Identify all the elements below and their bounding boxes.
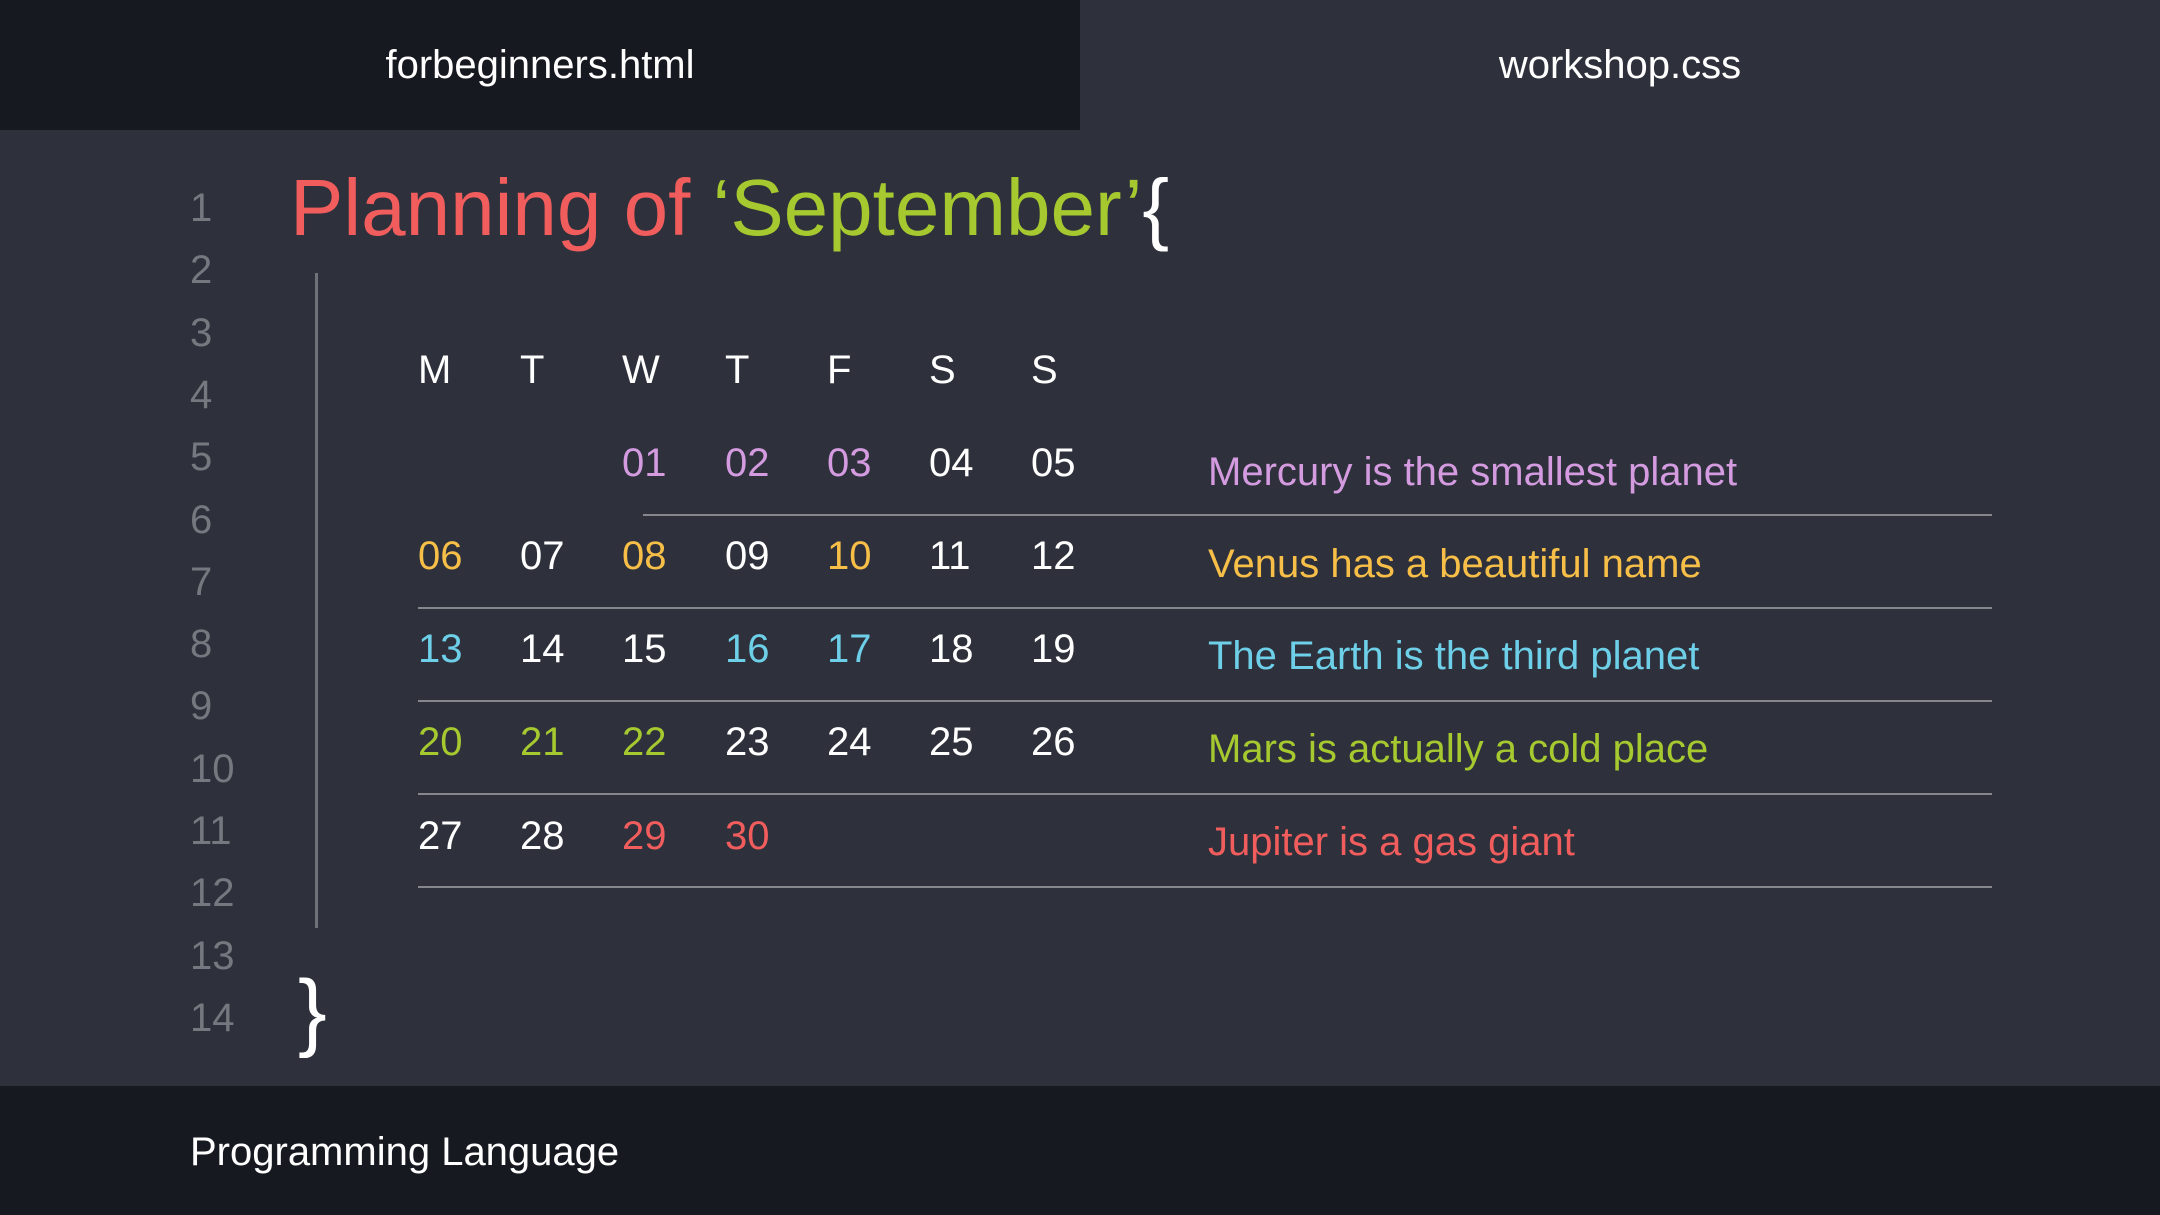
calendar-day[interactable]: 09 — [725, 536, 770, 576]
row-divider — [418, 793, 1992, 795]
calendar-day[interactable]: 02 — [725, 443, 770, 483]
tab-workshop-css[interactable]: workshop.css — [1080, 0, 2160, 130]
row-divider — [418, 886, 1992, 888]
weekday-label: M — [418, 348, 452, 392]
calendar-day[interactable]: 10 — [827, 536, 872, 576]
calendar-day[interactable]: 29 — [622, 816, 667, 856]
line-number: 9 — [190, 684, 213, 728]
weekday-label: T — [520, 348, 545, 392]
weekday-label: T — [725, 348, 750, 392]
row-divider — [418, 700, 1992, 702]
line-number: 13 — [190, 934, 235, 978]
line-number: 11 — [190, 809, 232, 853]
calendar-day[interactable]: 13 — [418, 629, 463, 669]
page-title: Planning of ‘September’{ — [290, 168, 1169, 248]
calendar-day[interactable]: 20 — [418, 722, 463, 762]
row-divider — [643, 514, 1992, 516]
calendar-day[interactable]: 06 — [418, 536, 463, 576]
calendar-day[interactable]: 17 — [827, 629, 872, 669]
event-note: The Earth is the third planet — [1208, 634, 1700, 678]
calendar-day[interactable]: 15 — [622, 629, 667, 669]
indent-guide — [315, 273, 318, 928]
calendar-day[interactable]: 18 — [929, 629, 974, 669]
calendar-day[interactable]: 03 — [827, 443, 872, 483]
calendar-day[interactable]: 27 — [418, 816, 463, 856]
line-number: 2 — [190, 248, 213, 292]
row-divider — [418, 607, 1992, 609]
calendar-day[interactable]: 14 — [520, 629, 565, 669]
event-note: Venus has a beautiful name — [1208, 542, 1702, 586]
calendar-day[interactable]: 12 — [1031, 536, 1076, 576]
line-number: 8 — [190, 622, 213, 666]
tab-forbeginners-html[interactable]: forbeginners.html — [0, 0, 1080, 130]
calendar-day[interactable]: 28 — [520, 816, 565, 856]
event-note: Mars is actually a cold place — [1208, 727, 1709, 771]
calendar-day[interactable]: 05 — [1031, 443, 1076, 483]
calendar-day[interactable]: 01 — [622, 443, 667, 483]
calendar-day[interactable]: 08 — [622, 536, 667, 576]
event-note: Jupiter is a gas giant — [1208, 820, 1575, 864]
weekday-label: S — [929, 348, 956, 392]
line-number: 5 — [190, 435, 213, 479]
calendar-day[interactable]: 19 — [1031, 629, 1076, 669]
calendar-day[interactable]: 23 — [725, 722, 770, 762]
line-number: 6 — [190, 498, 213, 542]
title-month: ‘September’ — [712, 163, 1143, 252]
line-number: 7 — [190, 560, 213, 604]
weekday-label: S — [1031, 348, 1058, 392]
tab-bar: forbeginners.html workshop.css — [0, 0, 2160, 130]
calendar-day[interactable]: 24 — [827, 722, 872, 762]
line-number: 3 — [190, 311, 213, 355]
calendar-day[interactable]: 11 — [929, 536, 971, 576]
footer-label: Programming Language — [190, 1130, 620, 1174]
weekday-label: F — [827, 348, 852, 392]
calendar-day[interactable]: 26 — [1031, 722, 1076, 762]
open-brace: { — [1142, 163, 1170, 252]
calendar-day[interactable]: 25 — [929, 722, 974, 762]
calendar-day[interactable]: 21 — [520, 722, 565, 762]
calendar-day[interactable]: 16 — [725, 629, 770, 669]
calendar-day[interactable]: 22 — [622, 722, 667, 762]
event-note: Mercury is the smallest planet — [1208, 450, 1738, 494]
calendar-day[interactable]: 30 — [725, 816, 770, 856]
line-number: 10 — [190, 747, 235, 791]
calendar-day[interactable]: 04 — [929, 443, 974, 483]
line-number: 4 — [190, 373, 213, 417]
line-number: 12 — [190, 871, 235, 915]
line-number: 14 — [190, 996, 235, 1040]
line-number: 1 — [190, 186, 213, 230]
title-prefix: Planning of — [290, 163, 713, 252]
weekday-label: W — [622, 348, 660, 392]
close-brace: } — [298, 963, 327, 1059]
calendar-day[interactable]: 07 — [520, 536, 565, 576]
